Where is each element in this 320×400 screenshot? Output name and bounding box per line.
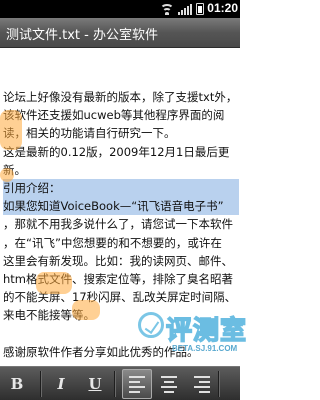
watermark-text: 评测室 xyxy=(165,315,248,347)
watermark-url: BETA.SJ.91.COM xyxy=(172,344,238,353)
wifi-icon xyxy=(160,3,174,15)
doc-line-selected[interactable]: 引用介绍： xyxy=(3,179,239,198)
window-title: 测试文件.txt - 办公室软件 xyxy=(6,28,158,43)
decorative-blob xyxy=(0,168,14,182)
toolbar-divider xyxy=(218,371,219,397)
doc-line[interactable]: ，那就不用我多说什么了，请您试一下本软件 xyxy=(3,215,239,233)
doc-line[interactable]: 读，相关的功能请自行研究一下。 xyxy=(3,124,239,142)
toolbar-divider xyxy=(114,371,115,397)
status-bar: 01:20 xyxy=(0,0,240,18)
bold-button[interactable]: B xyxy=(2,369,32,399)
battery-icon xyxy=(196,3,204,15)
decorative-blob xyxy=(36,272,72,294)
underline-button[interactable]: U xyxy=(80,369,110,399)
doc-line[interactable]: 论坛上好像没有最新的版本，除了支援txt外， xyxy=(3,88,239,106)
italic-button[interactable]: I xyxy=(46,369,76,399)
align-left-button[interactable] xyxy=(122,369,152,399)
doc-line-selected[interactable]: 如果您知道VoiceBook—“讯飞语音电子书” xyxy=(3,197,239,216)
title-bar: 测试文件.txt - 办公室软件 xyxy=(0,18,240,48)
doc-line[interactable]: 新。 xyxy=(3,161,239,179)
toolbar-divider xyxy=(40,371,41,397)
watermark-logo: 评测室 BETA.SJ.91.COM xyxy=(138,310,247,362)
doc-line[interactable]: 这是最新的0.12版，2009年12月1日最后更 xyxy=(3,143,239,161)
decorative-blob xyxy=(0,110,22,150)
status-time: 01:20 xyxy=(207,1,238,15)
signal-icon xyxy=(178,3,192,15)
doc-line[interactable]: 这里会有新发现。比如：我的读网页、邮件、 xyxy=(3,252,239,270)
align-center-button[interactable] xyxy=(154,369,184,399)
checkmark-icon xyxy=(138,312,164,338)
doc-line[interactable]: 该软件还支援如ucweb等其他程序界面的阅 xyxy=(3,106,239,124)
align-right-button[interactable] xyxy=(186,369,216,399)
status-icons xyxy=(160,3,204,15)
formatting-toolbar: B I U xyxy=(0,366,240,400)
decorative-blob xyxy=(72,300,100,320)
doc-line[interactable]: ，在“讯飞”中您想要的和不想要的，或许在 xyxy=(3,234,239,252)
